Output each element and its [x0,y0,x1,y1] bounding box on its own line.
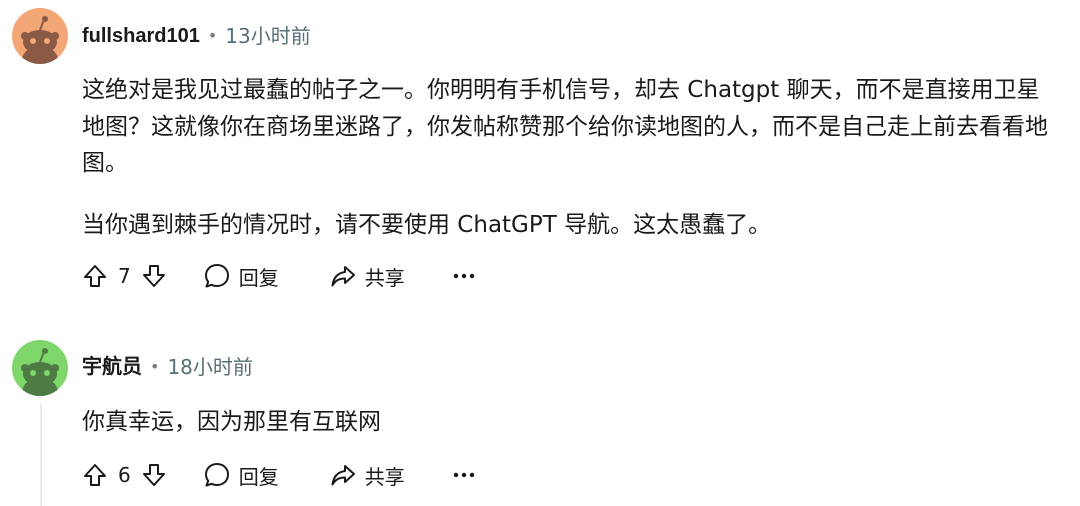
comment-paragraph: 你真幸运，因为那里有互联网 [82,409,381,435]
speech-bubble-icon [204,264,229,288]
arrow-down-icon [142,464,165,486]
upvote-button[interactable] [82,462,108,488]
avatar[interactable] [12,340,68,396]
comment-paragraph: 这绝对是我见过最蠢的帖子之一。你明明有手机信号，却去 Chatgpt 聊天，而不… [82,77,1048,176]
comment-actions: 6 回复 共享 [82,458,475,492]
ellipsis-icon [453,472,474,478]
downvote-button[interactable] [141,263,167,289]
share-button[interactable]: 共享 [329,262,405,291]
reply-button[interactable]: 回复 [203,262,279,291]
share-label: 共享 [364,265,405,290]
downvote-button[interactable] [141,462,167,488]
share-label: 共享 [364,464,405,489]
upvote-button[interactable] [82,263,108,289]
comment: 宇航员 • 18小时前 你真幸运，因为那里有互联网 6 回复 共享 [0,336,1080,506]
reply-label: 回复 [238,464,279,489]
username[interactable]: 宇航员 [82,355,142,379]
share-arrow-icon [331,266,355,287]
share-button[interactable]: 共享 [329,461,405,490]
comment-paragraph: 当你遇到棘手的情况时，请不要使用 ChatGPT 导航。这太愚蠢了。 [82,211,772,238]
comment-meta: 宇航员 • 18小时前 [82,355,253,379]
arrow-down-icon [142,265,165,287]
timestamp[interactable]: 18小时前 [167,355,252,379]
meta-separator: • [150,357,160,376]
comment-body: 这绝对是我见过最蠢的帖子之一。你明明有手机信号，却去 Chatgpt 聊天，而不… [82,72,1062,243]
comment-meta: fullshard101 • 13小时前 [82,24,311,48]
reply-label: 回复 [238,265,279,290]
more-options-button[interactable] [453,470,475,480]
more-options-button[interactable] [453,271,475,281]
comment: fullshard101 • 13小时前 这绝对是我见过最蠢的帖子之一。你明明有… [0,0,1080,300]
vote-count: 6 [118,463,131,487]
timestamp[interactable]: 13小时前 [225,24,310,48]
snoo-avatar-icon [12,340,68,396]
username[interactable]: fullshard101 [82,24,200,48]
speech-bubble-icon [204,463,229,487]
arrow-up-icon [84,265,106,287]
reply-button[interactable]: 回复 [203,461,279,490]
snoo-avatar-icon [12,8,68,64]
comment-actions: 7 回复 共享 [82,259,475,293]
share-arrow-icon [331,465,355,486]
ellipsis-icon [453,273,474,279]
avatar[interactable] [12,8,68,64]
comment-body: 你真幸运，因为那里有互联网 [82,404,1062,441]
meta-separator: • [207,26,218,45]
arrow-up-icon [84,464,106,486]
vote-count: 7 [118,264,131,288]
